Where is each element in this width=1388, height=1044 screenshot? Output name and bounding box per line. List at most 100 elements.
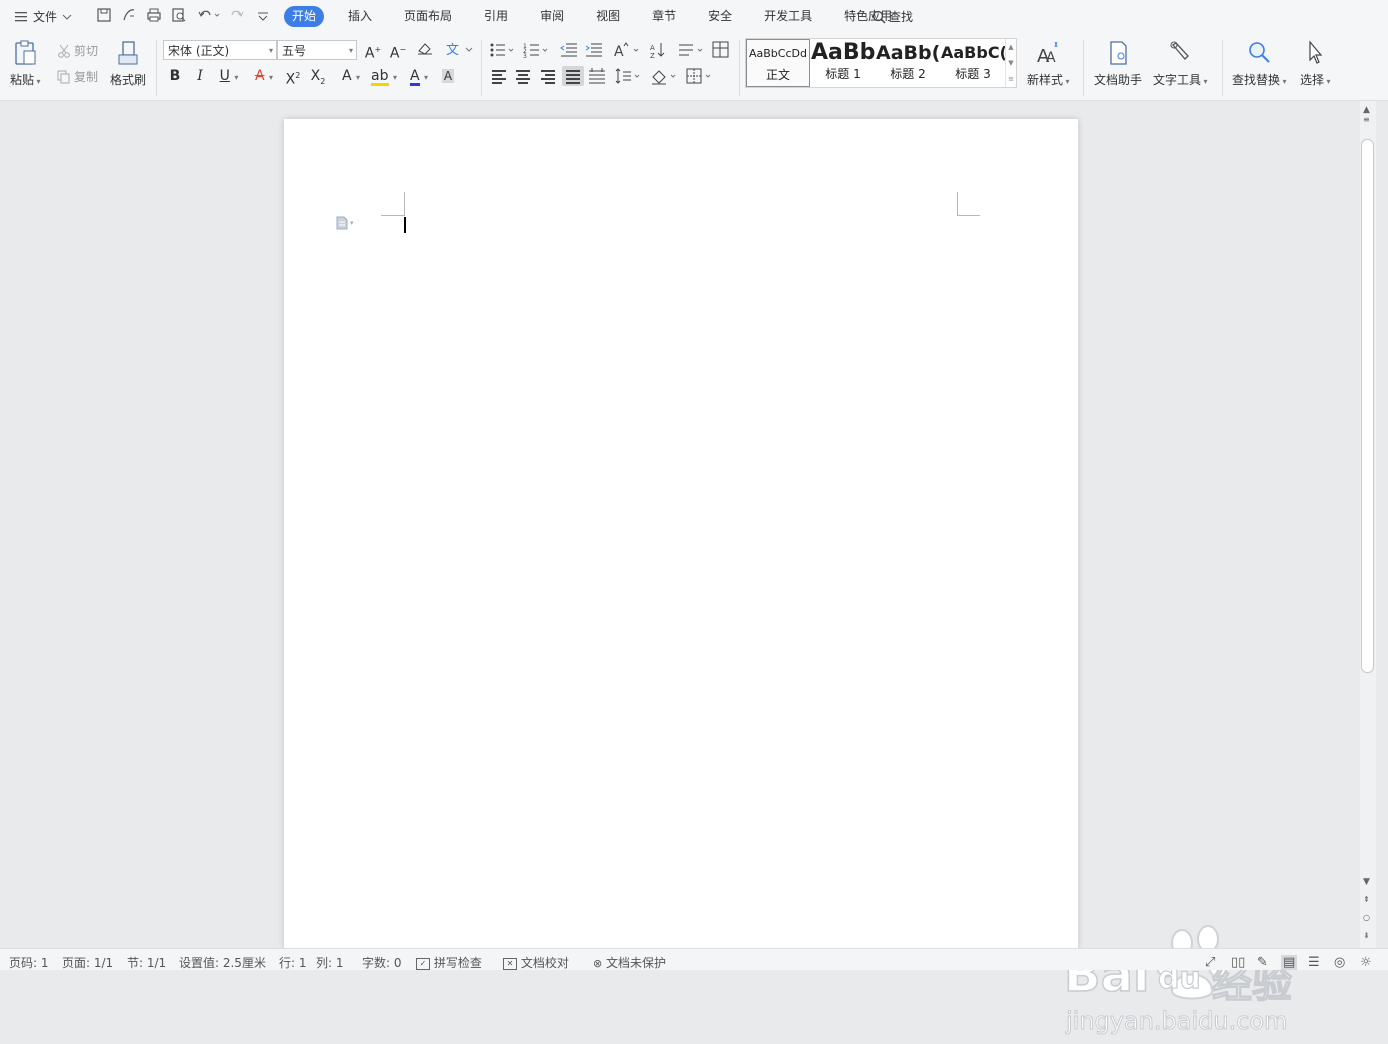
tab-page-layout[interactable]: 页面布局 bbox=[396, 6, 460, 27]
eye-protection-icon[interactable]: ☼ bbox=[1360, 955, 1372, 970]
doc-assistant-label: 文档助手 bbox=[1094, 73, 1143, 87]
align-left-button[interactable] bbox=[488, 66, 510, 86]
status-pages[interactable]: 页面: 1/1 bbox=[62, 956, 113, 970]
font-color-button[interactable]: A ▾ bbox=[404, 66, 434, 88]
italic-button[interactable]: I bbox=[189, 66, 211, 86]
file-menu-button[interactable]: 文件 bbox=[14, 8, 72, 25]
customize-toolbar-icon[interactable] bbox=[256, 7, 270, 27]
bullet-list-button[interactable] bbox=[488, 40, 514, 60]
page-view-icon[interactable]: ▤ bbox=[1281, 955, 1298, 970]
tab-view[interactable]: 视图 bbox=[588, 6, 628, 27]
line-spacing-button[interactable] bbox=[614, 66, 642, 86]
tab-references[interactable]: 引用 bbox=[476, 6, 516, 27]
export-pdf-icon[interactable] bbox=[121, 7, 137, 27]
tab-developer[interactable]: 开发工具 bbox=[756, 6, 820, 27]
status-row[interactable]: 行: 1 bbox=[279, 956, 307, 970]
strikethrough-button[interactable]: A ▾ bbox=[249, 66, 279, 88]
protection-label: 文档未保护 bbox=[606, 956, 667, 970]
search-button[interactable]: 查找 bbox=[872, 8, 913, 25]
copy-button[interactable]: 复制 bbox=[57, 68, 98, 85]
writing-mode-icon[interactable]: ✎ bbox=[1257, 955, 1268, 970]
tab-security[interactable]: 安全 bbox=[700, 6, 740, 27]
align-center-button[interactable] bbox=[512, 66, 534, 86]
svg-text:文: 文 bbox=[446, 43, 459, 58]
web-view-icon[interactable]: ◎ bbox=[1334, 955, 1345, 970]
font-name-value: 宋体 (正文) bbox=[168, 44, 230, 58]
next-page-icon[interactable]: ⇟ bbox=[1363, 931, 1370, 940]
ribbon-separator bbox=[739, 40, 740, 96]
increase-indent-button[interactable] bbox=[584, 40, 606, 60]
change-case-button[interactable]: A bbox=[612, 40, 642, 60]
phonetic-guide-button[interactable]: 文 bbox=[443, 40, 475, 64]
underline-button[interactable]: U ▾ bbox=[214, 66, 244, 88]
format-painter-button[interactable]: 格式刷 bbox=[110, 39, 146, 88]
decrease-font-size-button[interactable]: A− bbox=[387, 40, 409, 64]
select-button[interactable]: 选择 ▾ bbox=[1300, 39, 1331, 88]
shading-button[interactable] bbox=[650, 66, 678, 86]
style-heading-1[interactable]: AaBb 标题 1 bbox=[811, 39, 875, 87]
bold-button[interactable]: B bbox=[164, 66, 186, 86]
document-page[interactable]: ▾ bbox=[284, 119, 1078, 949]
table-layout-button[interactable] bbox=[711, 40, 733, 60]
reading-mode-icon[interactable]: ▯▯ bbox=[1231, 955, 1245, 970]
paste-button[interactable]: 粘贴 ▾ bbox=[10, 39, 41, 88]
text-tools-button[interactable]: 文字工具 ▾ bbox=[1153, 39, 1208, 88]
styles-scroll[interactable]: ▲ ▼ ≡ bbox=[1005, 39, 1016, 87]
scroll-down-icon[interactable]: ▼ bbox=[1363, 877, 1370, 887]
vertical-scrollbar[interactable]: ▲ ≡ ▼ ⇞ ○ ⇟ bbox=[1360, 101, 1376, 948]
subscript-button[interactable]: X2 bbox=[307, 66, 329, 92]
browse-object-icon[interactable]: ○ bbox=[1363, 913, 1370, 922]
style-heading-3[interactable]: AaBbC( 标题 3 bbox=[941, 39, 1005, 87]
style-heading-2[interactable]: AaBb( 标题 2 bbox=[876, 39, 940, 87]
outline-view-icon[interactable]: ☰ bbox=[1308, 955, 1320, 970]
select-label: 选择 bbox=[1300, 73, 1325, 87]
status-section[interactable]: 节: 1/1 bbox=[127, 956, 166, 970]
prev-page-icon[interactable]: ⇞ bbox=[1363, 895, 1370, 904]
tab-chapter[interactable]: 章节 bbox=[644, 6, 684, 27]
status-col[interactable]: 列: 1 bbox=[316, 956, 344, 970]
status-page-code[interactable]: 页码: 1 bbox=[9, 956, 49, 970]
scrollbar-thumb[interactable] bbox=[1361, 139, 1374, 673]
font-size-dropdown[interactable]: 五号 ▾ bbox=[277, 40, 357, 60]
doc-assistant-button[interactable]: 文档助手 bbox=[1094, 39, 1142, 88]
scroll-up-icon[interactable]: ▲ bbox=[1363, 105, 1370, 115]
save-icon[interactable] bbox=[96, 7, 112, 27]
eraser-icon bbox=[418, 43, 432, 55]
text-effects-button[interactable]: A ▾ bbox=[336, 66, 366, 88]
distributed-align-button[interactable] bbox=[587, 66, 609, 86]
font-name-dropdown[interactable]: 宋体 (正文) ▾ bbox=[163, 40, 277, 60]
numbered-list-button[interactable]: 123 bbox=[522, 40, 548, 60]
new-style-button[interactable]: AA 新样式 ▾ bbox=[1027, 39, 1070, 88]
clear-formatting-button[interactable] bbox=[414, 40, 436, 62]
status-word-count[interactable]: 字数: 0 bbox=[362, 956, 402, 970]
paragraph-handle[interactable]: ▾ bbox=[336, 216, 354, 230]
wrench-icon bbox=[1170, 41, 1190, 60]
increase-font-size-button[interactable]: A+ bbox=[362, 40, 384, 64]
shield-icon: ⊗ bbox=[593, 957, 603, 970]
tab-home[interactable]: 开始 bbox=[284, 6, 325, 27]
sort-button[interactable]: AZ bbox=[648, 40, 670, 60]
style-normal[interactable]: AaBbCcDd 正文 bbox=[746, 39, 810, 87]
proofread-button[interactable]: ✕ 文档校对 bbox=[503, 956, 569, 970]
line-break-button[interactable] bbox=[677, 40, 705, 60]
tab-insert[interactable]: 插入 bbox=[340, 6, 380, 27]
borders-button[interactable] bbox=[685, 66, 713, 86]
spell-check-button[interactable]: ✓ 拼写检查 bbox=[416, 956, 482, 970]
undo-icon[interactable] bbox=[197, 7, 221, 27]
superscript-button[interactable]: X2 bbox=[282, 66, 304, 90]
svg-text:A: A bbox=[614, 44, 624, 60]
justify-button[interactable] bbox=[562, 66, 584, 86]
redo-icon[interactable] bbox=[229, 7, 245, 27]
tab-review[interactable]: 审阅 bbox=[532, 6, 572, 27]
character-shading-button[interactable]: A bbox=[437, 66, 459, 86]
fullscreen-icon[interactable]: ⤢ bbox=[1205, 955, 1215, 970]
highlight-button[interactable]: ab ▾ bbox=[369, 66, 399, 88]
cut-button[interactable]: 剪切 bbox=[57, 42, 98, 59]
decrease-indent-button[interactable] bbox=[559, 40, 581, 60]
find-replace-button[interactable]: 查找替换 ▾ bbox=[1232, 39, 1287, 88]
status-set-value[interactable]: 设置值: 2.5厘米 bbox=[179, 956, 266, 970]
align-right-button[interactable] bbox=[537, 66, 559, 86]
print-icon[interactable] bbox=[146, 7, 162, 27]
print-preview-icon[interactable] bbox=[171, 7, 187, 27]
scroll-top-icon[interactable]: ≡ bbox=[1363, 115, 1370, 124]
